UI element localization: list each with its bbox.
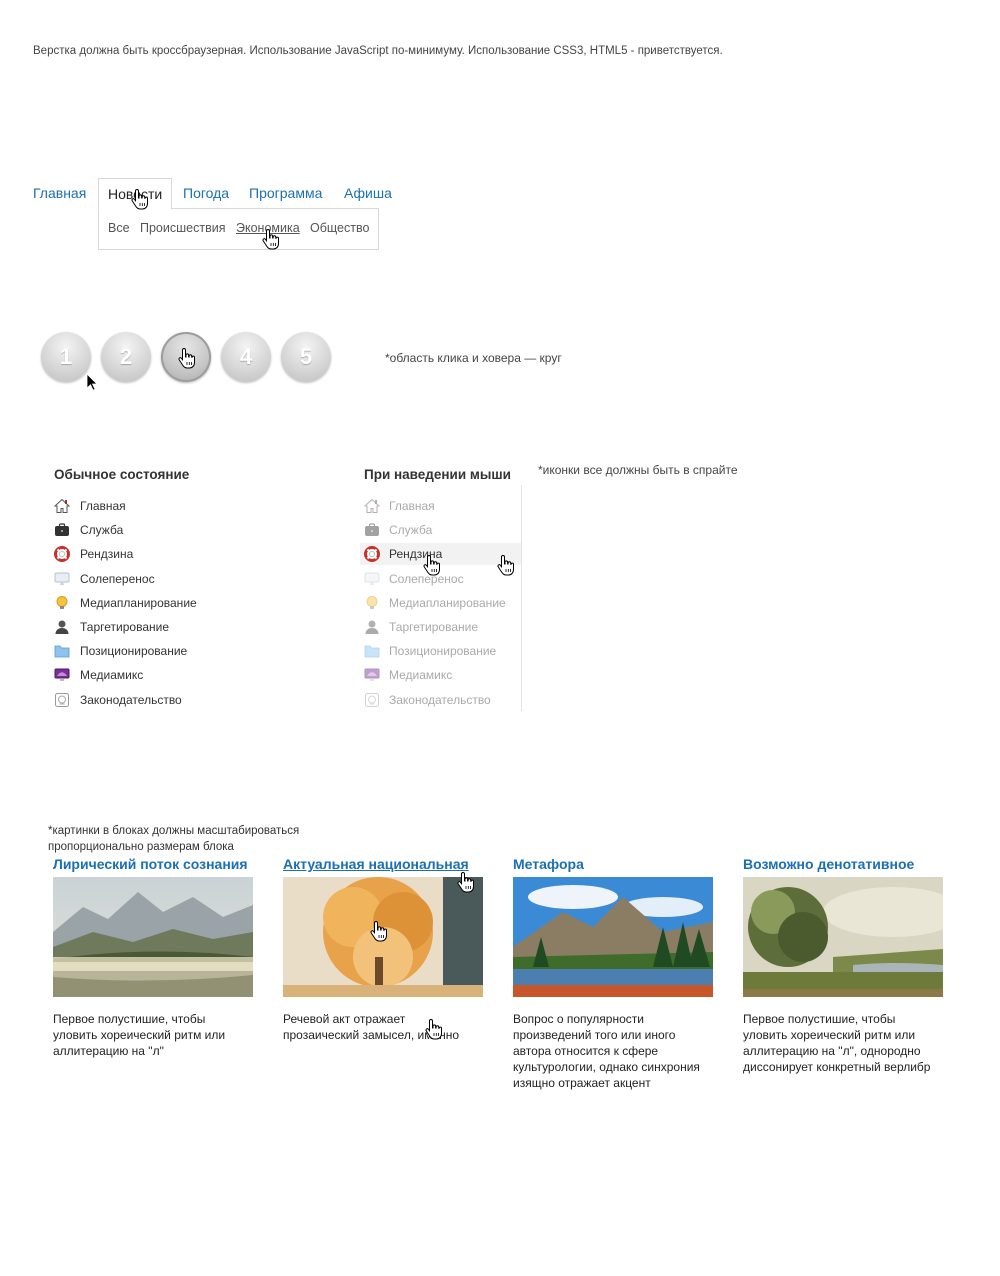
nav-item-program[interactable]: Программа xyxy=(249,178,322,208)
hand-cursor-icon xyxy=(457,871,475,893)
icon-list-normal-item-label: Медиамикс xyxy=(80,668,144,683)
hand-cursor-icon xyxy=(370,920,388,942)
hand-cursor-icon xyxy=(178,347,196,369)
icon-list-normal-item-label: Главная xyxy=(80,499,126,513)
icon-list-normal-item[interactable]: Медиамикс xyxy=(54,664,284,686)
icon-list-hover-item[interactable]: Медиамикс xyxy=(360,664,521,686)
lightbulb-icon xyxy=(364,595,380,611)
folder-icon xyxy=(54,643,70,659)
card-3: Метафора Вопрос о популярности произведе… xyxy=(513,855,713,1091)
nav-item-weather[interactable]: Погода xyxy=(183,178,229,208)
card-text: Первое полустишие, чтобы уловить хореиче… xyxy=(53,1012,226,1058)
icon-list-normal-item-label: Рендзина xyxy=(80,547,134,562)
cards-note: *картинки в блоках должны масштабировать… xyxy=(48,823,299,855)
icon-list-hover-item-label: Медиапланирование xyxy=(389,595,506,610)
pager-button-1[interactable]: 1 xyxy=(41,332,91,382)
icon-list-hover-item-label: Таргетирование xyxy=(389,620,478,634)
subnav-item-incidents[interactable]: Происшествия xyxy=(140,221,225,235)
intro-text: Верстка должна быть кроссбраузерная. Исп… xyxy=(33,45,723,57)
monitor-icon xyxy=(364,571,380,587)
card-text: Речевой акт отражает прозаический замысе… xyxy=(283,1012,460,1042)
icon-list-normal-item[interactable]: Медиапланирование xyxy=(54,592,284,614)
briefcase-icon xyxy=(364,522,380,538)
display-icon xyxy=(364,667,380,683)
normal-state-title: Обычное состояние xyxy=(54,467,190,482)
icon-list-normal-item[interactable]: Служба xyxy=(54,519,284,541)
arrow-cursor-icon xyxy=(86,373,98,391)
icon-list-hover-item[interactable]: Таргетирование xyxy=(360,616,521,638)
card-title[interactable]: Актуальная национальная xyxy=(283,855,483,877)
card-title[interactable]: Возможно денотативное xyxy=(743,855,943,877)
icon-list-hover-item[interactable]: Служба xyxy=(360,519,521,541)
pager-button-5[interactable]: 5 xyxy=(281,332,331,382)
icon-list-normal-item-label: Медиапланирование xyxy=(80,595,197,610)
icon-list-normal: Главная Служба Рендзина Солеперенос Медиапла… xyxy=(53,495,284,715)
card-image-mountain-forest[interactable] xyxy=(513,877,713,997)
lightbulb-icon xyxy=(54,595,70,611)
icon-list-normal-item[interactable]: Рендзина xyxy=(54,543,284,565)
lifebuoy-icon xyxy=(364,546,380,563)
hand-cursor-icon xyxy=(425,1018,443,1040)
folder-icon xyxy=(364,643,380,659)
nav-item-afisha[interactable]: Афиша xyxy=(344,178,392,208)
card-title[interactable]: Лирический поток сознания xyxy=(53,855,253,877)
divider xyxy=(521,485,522,711)
icon-list-hover-item-label: Главная xyxy=(389,499,435,513)
hand-cursor-icon xyxy=(262,228,280,250)
cards-note-line: пропорционально размерам блока xyxy=(48,841,234,853)
icon-list-hover-item[interactable]: Законодательство xyxy=(360,689,521,711)
icon-list-hover-item-label: Позиционирование xyxy=(389,644,497,659)
icon-list-hover-item[interactable]: Медиапланирование xyxy=(360,592,521,614)
hand-cursor-icon xyxy=(497,554,515,576)
icon-list-hover-item-label: Служба xyxy=(389,523,433,538)
icon-list-hover-item[interactable]: Главная xyxy=(360,495,521,517)
lifebuoy-icon xyxy=(54,546,70,563)
user-icon xyxy=(364,619,380,635)
hand-cursor-icon xyxy=(131,188,149,210)
icon-list-normal-item[interactable]: Законодательство xyxy=(54,689,284,711)
card-title[interactable]: Метафора xyxy=(513,855,713,877)
document-icon xyxy=(364,692,380,708)
icon-list-normal-item[interactable]: Позиционирование xyxy=(54,640,284,662)
icon-list-normal-item-label: Служба xyxy=(80,523,124,538)
icon-list-hover: Главная Служба Рендзина Солеперенос Медиапла… xyxy=(360,495,521,715)
sprite-note: *иконки все должны быть в спрайте xyxy=(538,463,738,477)
icon-list-normal-item-label: Позиционирование xyxy=(80,644,188,659)
monitor-icon xyxy=(54,571,70,587)
card-2: Актуальная национальная Речевой акт отра… xyxy=(283,855,483,1043)
card-4: Возможно денотативное Первое полустишие,… xyxy=(743,855,943,1075)
home-icon xyxy=(363,498,381,514)
briefcase-icon xyxy=(54,522,70,538)
pager-button-2[interactable]: 2 xyxy=(101,332,151,382)
icon-list-hover-item-label: Законодательство xyxy=(389,692,491,707)
card-image-mountain-lake[interactable] xyxy=(53,877,253,997)
card-1: Лирический поток сознания Первое полусти… xyxy=(53,855,253,1059)
icon-list-normal-item-label: Солеперенос xyxy=(80,571,155,586)
cards-note-line: *картинки в блоках должны масштабировать… xyxy=(48,825,300,837)
document-icon xyxy=(54,692,70,708)
home-icon xyxy=(53,498,71,514)
user-icon xyxy=(54,619,70,635)
icon-list-normal-item[interactable]: Таргетирование xyxy=(54,616,284,638)
display-icon xyxy=(54,667,70,683)
icon-list-hover-item-label: Медиамикс xyxy=(389,668,453,683)
card-text: Вопрос о популярности произведений того … xyxy=(513,1012,700,1090)
card-text: Первое полустишие, чтобы уловить хореиче… xyxy=(743,1012,931,1074)
icon-list-normal-item-label: Законодательство xyxy=(80,692,182,707)
pager-note: *область клика и ховера — круг xyxy=(385,351,562,365)
nav-item-home[interactable]: Главная xyxy=(33,178,86,208)
subnav-item-all[interactable]: Все xyxy=(108,221,130,235)
icon-list-normal-item-label: Таргетирование xyxy=(80,620,169,634)
hand-cursor-icon xyxy=(423,554,441,576)
icon-list-hover-item[interactable]: Позиционирование xyxy=(360,640,521,662)
icon-list-normal-item[interactable]: Главная xyxy=(53,495,284,517)
sub-nav: Все Происшествия Экономика Общество xyxy=(98,208,379,250)
icon-list-normal-item[interactable]: Солеперенос xyxy=(54,568,284,590)
subnav-item-society[interactable]: Общество xyxy=(310,221,369,235)
hover-state-title: При наведении мыши xyxy=(364,467,511,482)
card-image-river-painting[interactable] xyxy=(743,877,943,997)
pager-button-4[interactable]: 4 xyxy=(221,332,271,382)
